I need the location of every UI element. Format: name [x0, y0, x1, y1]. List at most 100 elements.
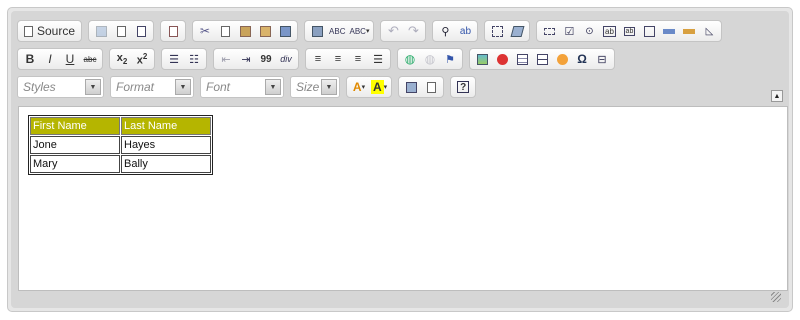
source-button[interactable]: Source [20, 22, 79, 40]
replace-icon: ab [459, 25, 472, 37]
numbered-list-button[interactable]: ☰ [164, 50, 184, 68]
cut-button[interactable]: ✂ [195, 22, 215, 40]
show-blocks-icon [426, 81, 436, 93]
page-break-button[interactable]: ⊟ [592, 50, 612, 68]
flash-button[interactable] [492, 50, 512, 68]
create-div-button[interactable]: div [276, 50, 296, 68]
styles-combo[interactable]: Styles ▼ [17, 76, 104, 98]
superscript-button[interactable]: x2 [132, 50, 152, 68]
textfield-button[interactable]: ab [599, 22, 619, 40]
outdent-button[interactable]: ⇤ [216, 50, 236, 68]
bulleted-list-button[interactable]: ☷ [184, 50, 204, 68]
scayt-button[interactable]: ABC ▾ [347, 22, 371, 40]
image-button[interactable] [472, 50, 492, 68]
binoculars-icon: ⚲ [441, 25, 450, 38]
select-all-button[interactable] [487, 22, 507, 40]
underline-icon: U [65, 52, 75, 66]
indent-button[interactable]: ⇥ [236, 50, 256, 68]
undo-button[interactable]: ↶ [383, 22, 403, 40]
table-cell[interactable]: Hayes [121, 136, 211, 154]
templates-button[interactable] [163, 22, 183, 40]
table-cell[interactable]: Mary [30, 155, 120, 173]
save-button[interactable] [91, 22, 111, 40]
new-page-icon [116, 25, 126, 37]
replace-button[interactable]: ab [455, 22, 475, 40]
redo-button[interactable]: ↷ [403, 22, 423, 40]
link-button[interactable]: ◍ [400, 50, 420, 68]
table-cell[interactable]: Bally [121, 155, 211, 173]
toolbar-group-script: x2 x2 [109, 48, 155, 70]
select-field-button[interactable] [639, 22, 659, 40]
resize-handle[interactable] [771, 292, 781, 302]
paste-word-button[interactable] [275, 22, 295, 40]
numbered-list-icon: ☰ [169, 53, 179, 66]
italic-button[interactable]: I [40, 50, 60, 68]
maximize-icon [405, 81, 417, 93]
paste-text-button[interactable] [255, 22, 275, 40]
checkbox-button[interactable]: ☑ [559, 22, 579, 40]
new-page-button[interactable] [111, 22, 131, 40]
toolbar-group-editing: ABC ABC ▾ [304, 20, 375, 42]
table-icon [516, 53, 528, 65]
text-color-button[interactable]: A ▾ [349, 78, 369, 96]
toolbar-group-undo: ↶ ↷ [380, 20, 427, 42]
select-field-icon [643, 25, 655, 37]
table-header-cell[interactable]: Last Name [121, 117, 211, 135]
textarea-button[interactable]: ab [619, 22, 639, 40]
subscript-button[interactable]: x2 [112, 50, 132, 68]
align-left-icon: ≡ [314, 53, 322, 65]
unlink-icon: ◍ [424, 52, 436, 66]
image-icon [476, 53, 488, 65]
about-button[interactable]: ? [453, 78, 473, 96]
form-button[interactable] [539, 22, 559, 40]
horizontal-rule-button[interactable] [532, 50, 552, 68]
chevron-down-icon: ▾ [365, 28, 370, 35]
flag-icon: ⚑ [445, 53, 455, 66]
toolbar-group-colors: A ▾ A ▾ [346, 76, 393, 98]
blockquote-button[interactable]: 99 [256, 50, 276, 68]
align-center-button[interactable]: ≡ [328, 50, 348, 68]
table-header-cell[interactable]: First Name [30, 117, 120, 135]
omega-icon: Ω [577, 52, 587, 66]
outdent-icon: ⇤ [221, 53, 231, 66]
size-combo[interactable]: Size ▼ [290, 76, 340, 98]
table-cell[interactable]: Jone [30, 136, 120, 154]
scissors-icon: ✂ [200, 24, 211, 38]
font-combo[interactable]: Font ▼ [200, 76, 284, 98]
print-button[interactable] [307, 22, 327, 40]
underline-button[interactable]: U [60, 50, 80, 68]
show-blocks-button[interactable] [421, 78, 441, 96]
toolbar-group-clipboard: ✂ [192, 20, 299, 42]
image-button-field-button[interactable] [679, 22, 699, 40]
table-button[interactable] [512, 50, 532, 68]
chevron-down-icon: ▼ [175, 79, 191, 95]
maximize-button[interactable] [401, 78, 421, 96]
toolbar-row-1: Source ✂ ABC ABC ▾ ↶ ↷ ⚲ ab ☑ ⊙ ab ab ◺ [17, 20, 728, 42]
indent-icon: ⇥ [241, 53, 251, 66]
strike-button[interactable]: abc [80, 50, 100, 68]
toolbar-group-indent: ⇤ ⇥ 99 div [213, 48, 299, 70]
editor-content-area[interactable]: First Name Last Name Jone Hayes Mary Bal… [18, 106, 788, 291]
find-button[interactable]: ⚲ [435, 22, 455, 40]
bold-button[interactable]: B [20, 50, 40, 68]
bg-color-button[interactable]: A ▾ [369, 78, 389, 96]
format-combo[interactable]: Format ▼ [110, 76, 194, 98]
anchor-button[interactable]: ⚑ [440, 50, 460, 68]
align-left-button[interactable]: ≡ [308, 50, 328, 68]
radio-button[interactable]: ⊙ [579, 22, 599, 40]
remove-format-button[interactable] [507, 22, 527, 40]
italic-icon: I [48, 52, 52, 66]
content-table[interactable]: First Name Last Name Jone Hayes Mary Bal… [28, 115, 213, 175]
paste-button[interactable] [235, 22, 255, 40]
special-char-button[interactable]: Ω [572, 50, 592, 68]
justify-button[interactable]: ☰ [368, 50, 388, 68]
unlink-button[interactable]: ◍ [420, 50, 440, 68]
align-right-button[interactable]: ≡ [348, 50, 368, 68]
copy-button[interactable] [215, 22, 235, 40]
spellcheck-button[interactable]: ABC [327, 22, 347, 40]
smiley-button[interactable] [552, 50, 572, 68]
collapse-toolbar-button[interactable]: ▲ [771, 90, 783, 102]
hidden-field-button[interactable]: ◺ [699, 22, 719, 40]
button-field-button[interactable] [659, 22, 679, 40]
preview-button[interactable] [131, 22, 151, 40]
